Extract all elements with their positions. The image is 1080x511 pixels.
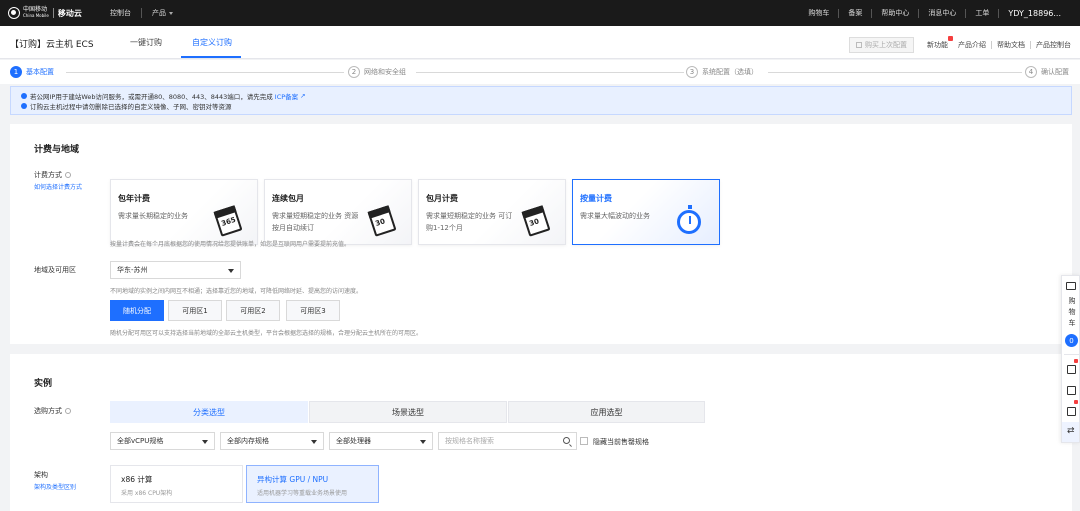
nav-filing[interactable]: 备案 [839, 8, 871, 18]
cart-count-badge: 0 [1065, 334, 1078, 347]
chevron-down-icon [202, 440, 208, 444]
arch-option-gpu-npu[interactable]: 异构计算 GPU / NPU 适用机器学习等重载业务场景使用 [246, 465, 379, 503]
switch-icon[interactable]: ⇄ [1067, 426, 1075, 436]
section-title-billing: 计费与地域 [34, 145, 80, 155]
china-mobile-logo-icon [8, 7, 20, 19]
help-icon[interactable] [65, 172, 71, 178]
notice-banner: 若公网IP用于建站Web访问服务，或需开通80、8080、443、8443端口，… [10, 86, 1072, 115]
tab-category-select[interactable]: 分类选型 [110, 401, 308, 423]
page-title: 【订购】云主机 ECS [10, 40, 94, 50]
step-network-security[interactable]: 2 网络和安全组 [348, 66, 410, 78]
tab-custom-order[interactable]: 自定义订购 [192, 37, 232, 48]
chevron-down-icon [420, 440, 426, 444]
zone-1[interactable]: 可用区1 [168, 300, 222, 321]
nav-help[interactable]: 帮助中心 [872, 8, 918, 18]
billing-option-yearly[interactable]: 包年计费 需求量长期稳定的业务 365 [110, 179, 258, 245]
zone-2[interactable]: 可用区2 [226, 300, 280, 321]
user-account[interactable]: YDY_18896... [999, 9, 1070, 18]
help-icon[interactable] [65, 408, 71, 414]
product-intro-link[interactable]: 产品介绍 [953, 40, 991, 50]
billing-method-help-link[interactable]: 如何选择计费方式 [34, 182, 82, 191]
notification-dot [1074, 359, 1078, 363]
step-system-config[interactable]: 3 系统配置（选填） [686, 66, 762, 78]
region-label: 地域及可用区 [34, 266, 76, 274]
cart-icon [1066, 282, 1076, 290]
book-icon[interactable] [1067, 386, 1076, 395]
zone-random[interactable]: 随机分配 [110, 300, 164, 321]
zone-hint: 随机分配可用区可以支持选择当前地域的全部云主机类型，平台会根据您选择的规格，合理… [110, 330, 423, 337]
edit-icon[interactable] [1067, 365, 1076, 374]
brand-name: 移动云 [57, 8, 82, 18]
region-hint: 不同地域的实例之间内网互不相通；选择靠近您的地域，可降低网络时延、提高您的访问速… [110, 288, 363, 295]
chevron-down-icon [311, 440, 317, 444]
memory-filter-select[interactable]: 全部内存规格 [220, 432, 324, 450]
tab-one-click-order[interactable]: 一键订购 [130, 37, 162, 48]
nav-ticket[interactable]: 工单 [966, 8, 998, 18]
new-features-link[interactable]: 新功能 [922, 36, 953, 50]
step-indicator: 1 基本配置 2 网络和安全组 3 系统配置（选填） 4 确认配置 [0, 60, 1080, 84]
instance-section: 实例 选购方式 分类选型 场景选型 应用选型 全部vCPU规格 全部内存规格 全… [10, 354, 1072, 511]
chevron-down-icon [169, 11, 173, 15]
spec-search-input[interactable]: 按规格名称搜索 [438, 432, 577, 450]
nav-products[interactable]: 产品 [142, 8, 183, 18]
brand-logo[interactable]: 中国移动 China Mobile 移动云 [0, 7, 100, 19]
architecture-label: 架构 [34, 471, 48, 479]
step-confirm-config[interactable]: 4 确认配置 [1025, 66, 1073, 78]
section-title-instance: 实例 [34, 379, 53, 389]
calendar-icon: 30 [367, 205, 397, 237]
tab-app-select[interactable]: 应用选型 [508, 401, 705, 423]
info-icon [21, 103, 27, 109]
external-link-icon: ↗ [300, 92, 306, 100]
architecture-help-link[interactable]: 架构及类型区别 [34, 482, 76, 491]
active-tab-indicator [181, 56, 241, 58]
billing-region-section: 计费与地域 计费方式 如何选择计费方式 包年计费 需求量长期稳定的业务 365 … [10, 124, 1072, 344]
product-console-link[interactable]: 产品控制台 [1031, 40, 1076, 50]
processor-filter-select[interactable]: 全部处理器 [329, 432, 433, 450]
region-select[interactable]: 华东-苏州 [110, 261, 241, 279]
floating-toolbar: 购物车 0 ⇄ [1061, 275, 1080, 443]
tab-scenario-select[interactable]: 场景选型 [309, 401, 507, 423]
search-icon[interactable] [563, 437, 570, 444]
chevron-down-icon [228, 269, 234, 273]
nav-messages[interactable]: 消息中心 [919, 8, 965, 18]
purchase-method-label: 选购方式 [34, 406, 71, 416]
billing-option-monthly-auto[interactable]: 连续包月 需求量短期稳定的业务 资源按月自动续订 30 [264, 179, 412, 245]
nav-console[interactable]: 控制台 [100, 8, 141, 18]
hide-sold-out-checkbox[interactable] [580, 437, 588, 445]
arch-option-x86[interactable]: x86 计算 采用 x86 CPU架构 [110, 465, 243, 503]
step-basic-config[interactable]: 1 基本配置 [10, 66, 58, 78]
chat-icon[interactable] [1067, 407, 1076, 416]
copy-icon [856, 42, 862, 48]
calendar-icon: 30 [521, 205, 551, 237]
billing-hint: 按量计费会在每个月底根据您的使用情况给您提供账单，如您是互联网用户需要提前充值。 [110, 241, 351, 248]
calendar-icon: 365 [213, 205, 243, 237]
buy-last-config-button[interactable]: 购买上次配置 [849, 37, 914, 53]
title-bar: 【订购】云主机 ECS 一键订购 自定义订购 购买上次配置 新功能 产品介绍 帮… [0, 26, 1080, 59]
billing-method-label: 计费方式 [34, 170, 71, 180]
icp-filing-link[interactable]: ICP备案 [275, 91, 298, 101]
vcpu-filter-select[interactable]: 全部vCPU规格 [110, 432, 215, 450]
stopwatch-icon [677, 205, 701, 234]
help-docs-link[interactable]: 帮助文档 [992, 40, 1030, 50]
nav-cart[interactable]: 购物车 [799, 8, 838, 18]
info-icon [21, 93, 27, 99]
top-nav: 中国移动 China Mobile 移动云 控制台 产品 购物车 备案 帮助中心… [0, 0, 1080, 26]
notification-dot [1074, 400, 1078, 404]
zone-3[interactable]: 可用区3 [286, 300, 340, 321]
hide-sold-out-label[interactable]: 隐藏当前售罄规格 [593, 437, 649, 447]
billing-option-pay-as-you-go[interactable]: 按量计费 需求量大幅波动的业务 [572, 179, 720, 245]
billing-option-monthly[interactable]: 包月计费 需求量短期稳定的业务 可订购1-12个月 30 [418, 179, 566, 245]
logo-en: China Mobile [23, 13, 49, 18]
